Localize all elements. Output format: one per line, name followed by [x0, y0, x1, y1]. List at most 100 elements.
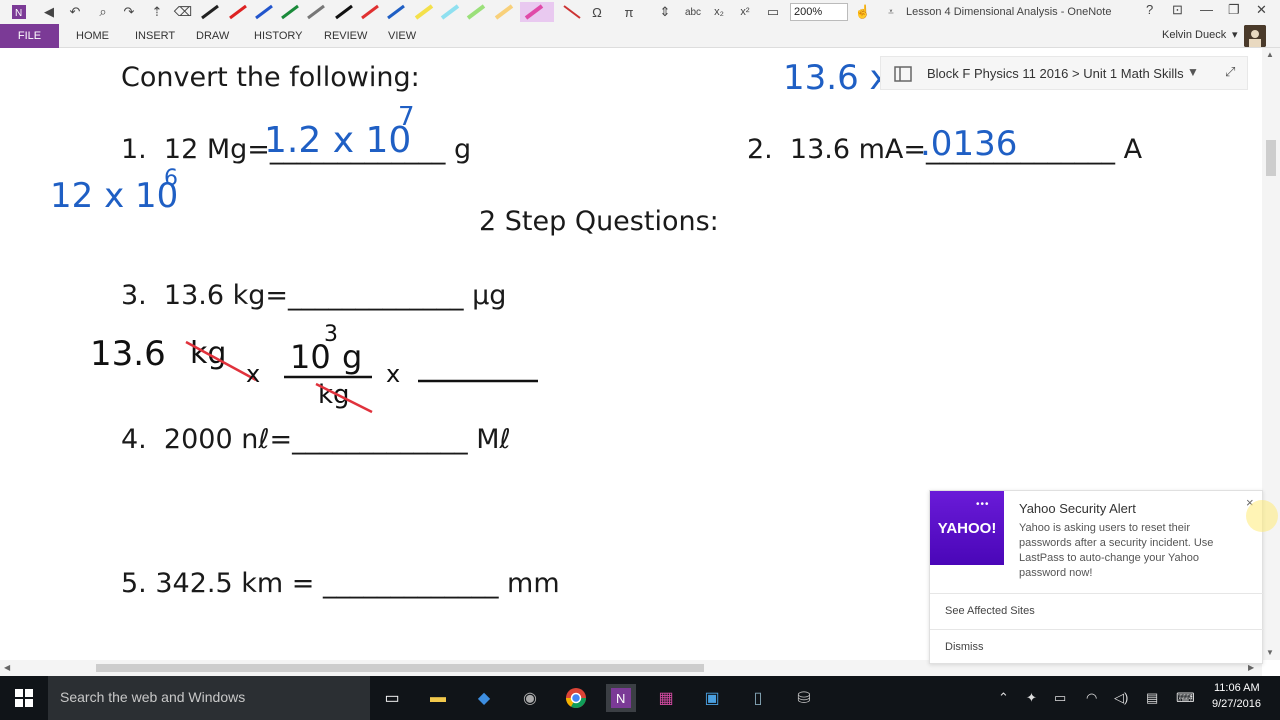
network-app-icon[interactable]: ⛁ [790, 684, 818, 712]
notebook-breadcrumb[interactable]: Block F Physics 11 2016 > Unit 1 Math Sk… [880, 56, 1248, 90]
battery-icon[interactable]: ▭ [1054, 690, 1066, 706]
onenote-taskbar-icon[interactable]: N [606, 684, 636, 712]
horizontal-scroll-thumb[interactable] [96, 664, 704, 672]
pen-blue-icon[interactable] [254, 4, 274, 20]
ink-q1-work: 12 x 10 [50, 176, 179, 216]
scroll-up-icon[interactable]: ▲ [1266, 50, 1274, 59]
pen-dark-icon[interactable] [334, 4, 354, 20]
pen-selected-icon[interactable] [520, 2, 554, 22]
clock-date[interactable]: 9/27/2016 [1212, 698, 1261, 710]
vertical-scroll-thumb[interactable] [1266, 140, 1276, 176]
eraser-icon[interactable]: ⌫ [172, 2, 194, 22]
clock-time[interactable]: 11:06 AM [1214, 682, 1260, 694]
spelling-icon[interactable]: abc [682, 2, 704, 22]
ink-q3-times-2: x [386, 360, 401, 388]
pen-gray-icon[interactable] [306, 4, 326, 20]
start-button[interactable] [0, 676, 48, 720]
image-viewer-icon[interactable]: ▣ [698, 684, 726, 712]
wifi-icon[interactable]: ◠ [1086, 690, 1097, 706]
tab-insert[interactable]: INSERT [135, 30, 175, 42]
tab-review[interactable]: REVIEW [324, 30, 367, 42]
symbol-icon[interactable]: Ω [586, 2, 608, 22]
action-center-icon[interactable]: ▤ [1146, 690, 1158, 706]
pen-blue2-icon[interactable] [386, 4, 406, 20]
question-5: 5. 342.5 km = _____________ mm [121, 568, 560, 599]
dropbox-tray-icon[interactable]: ✦ [1026, 690, 1037, 706]
task-view-icon[interactable]: ▭ [378, 684, 406, 712]
ink-q1-answer-exponent: 7 [398, 102, 415, 132]
back-icon[interactable]: ◀ [38, 2, 60, 22]
worksheet-heading: Convert the following: [121, 62, 420, 93]
tab-draw[interactable]: DRAW [196, 30, 229, 42]
scroll-left-icon[interactable]: ◀ [4, 663, 10, 672]
pen-green-icon[interactable] [280, 4, 300, 20]
svg-text:N: N [15, 8, 22, 19]
undo-icon[interactable]: ↶ [64, 2, 86, 22]
file-explorer-icon[interactable]: ▬ [424, 684, 452, 712]
yahoo-logo-dots-icon: ••• [976, 499, 990, 510]
phone-app-icon[interactable]: ▯ [744, 684, 772, 712]
tab-file[interactable]: FILE [0, 24, 59, 48]
pen-black-icon[interactable] [200, 4, 220, 20]
toast-body: Yahoo is asking users to reset their pas… [1019, 522, 1214, 579]
question-4: 4. 2000 nℓ=_____________ Mℓ [121, 424, 511, 455]
window-title: Lesson 4 Dimensional Analysis - OneNote [906, 6, 1112, 18]
vertical-scrollbar[interactable]: ▲ ▼ [1262, 48, 1280, 660]
scroll-down-icon[interactable]: ▼ [1266, 648, 1274, 657]
page-view-icon[interactable]: ▭ [762, 2, 784, 22]
see-affected-sites-button[interactable]: See Affected Sites [945, 605, 1035, 617]
touch-mode-icon[interactable]: ☝ [852, 2, 874, 22]
avatar[interactable] [1244, 25, 1266, 47]
keyboard-icon[interactable]: ⌨ [1176, 690, 1195, 706]
highlighter-cyan-icon[interactable] [440, 4, 460, 20]
volume-icon[interactable]: ◁) [1114, 690, 1128, 706]
help-button[interactable]: ? [1146, 2, 1153, 17]
show-hidden-icons-icon[interactable]: ⌃ [998, 690, 1009, 706]
chevron-down-icon[interactable]: ▼ [1187, 65, 1199, 79]
zoom-select[interactable]: 200% [790, 3, 848, 21]
chrome-icon[interactable] [562, 684, 590, 712]
scroll-right-icon[interactable]: ▶ [1248, 663, 1254, 672]
minimize-button[interactable]: — [1200, 2, 1213, 17]
cursor-highlight [1246, 500, 1278, 532]
ink-q1-answer: 1.2 x 10 [264, 120, 412, 161]
lasso-icon[interactable]: ⌕ [92, 2, 114, 22]
highlighter-yellow-icon[interactable] [414, 4, 434, 20]
tab-view[interactable]: VIEW [388, 30, 416, 42]
redo-icon[interactable]: ↷ [118, 2, 140, 22]
draw-line-icon[interactable] [562, 4, 582, 20]
ink-q3-cancel-stroke-2 [315, 382, 373, 414]
app-icon[interactable]: ◉ [516, 684, 544, 712]
tab-history[interactable]: HISTORY [254, 30, 303, 42]
search-box[interactable]: Search the web and Windows [48, 676, 370, 720]
subscript-icon[interactable]: x₂ [708, 2, 730, 22]
user-dropdown-icon[interactable]: ▾ [1232, 28, 1238, 41]
ink-q3-times-1: x [246, 360, 261, 388]
fullscreen-toggle-icon[interactable]: ⤢ [1225, 64, 1235, 80]
title-bar: N ◀ ↶ ⌕ ↷ ⇡ ⌫ Ω π ⇕ abc x₂ x² ▭ 200% ☝ ⩡… [0, 0, 1280, 24]
insert-space-icon[interactable]: ⇡ [146, 2, 168, 22]
close-button[interactable]: ✕ [1256, 2, 1267, 18]
restore-button[interactable]: ❐ [1228, 2, 1240, 18]
yahoo-security-toast[interactable]: YAHOO! ••• Yahoo Security Alert Yahoo is… [929, 490, 1264, 664]
yahoo-logo: YAHOO! [930, 491, 1004, 565]
highlighter-green-icon[interactable] [466, 4, 486, 20]
dismiss-button[interactable]: Dismiss [945, 641, 984, 653]
pen-red-icon[interactable] [228, 4, 248, 20]
superscript-icon[interactable]: x² [734, 2, 756, 22]
onenote-app-icon: N [8, 2, 30, 22]
windows-logo-icon [15, 689, 33, 707]
tab-home[interactable]: HOME [76, 30, 109, 42]
worksheet-subheading: 2 Step Questions: [479, 206, 719, 237]
ribbon-display-icon[interactable]: ⊡ [1172, 2, 1183, 18]
highlighter-orange-icon[interactable] [494, 4, 514, 20]
dropbox-icon[interactable]: ◆ [470, 684, 498, 712]
user-name[interactable]: Kelvin Dueck [1162, 29, 1226, 41]
teams-icon[interactable]: ▦ [652, 684, 680, 712]
notebook-icon [894, 66, 912, 82]
pen-red2-icon[interactable] [360, 4, 380, 20]
ink-q3-numerator-exponent: 3 [324, 322, 338, 347]
insert-space-vertical-icon[interactable]: ⇕ [654, 2, 676, 22]
equation-icon[interactable]: π [618, 2, 640, 22]
customize-qat-icon[interactable]: ⩡ [880, 2, 902, 22]
